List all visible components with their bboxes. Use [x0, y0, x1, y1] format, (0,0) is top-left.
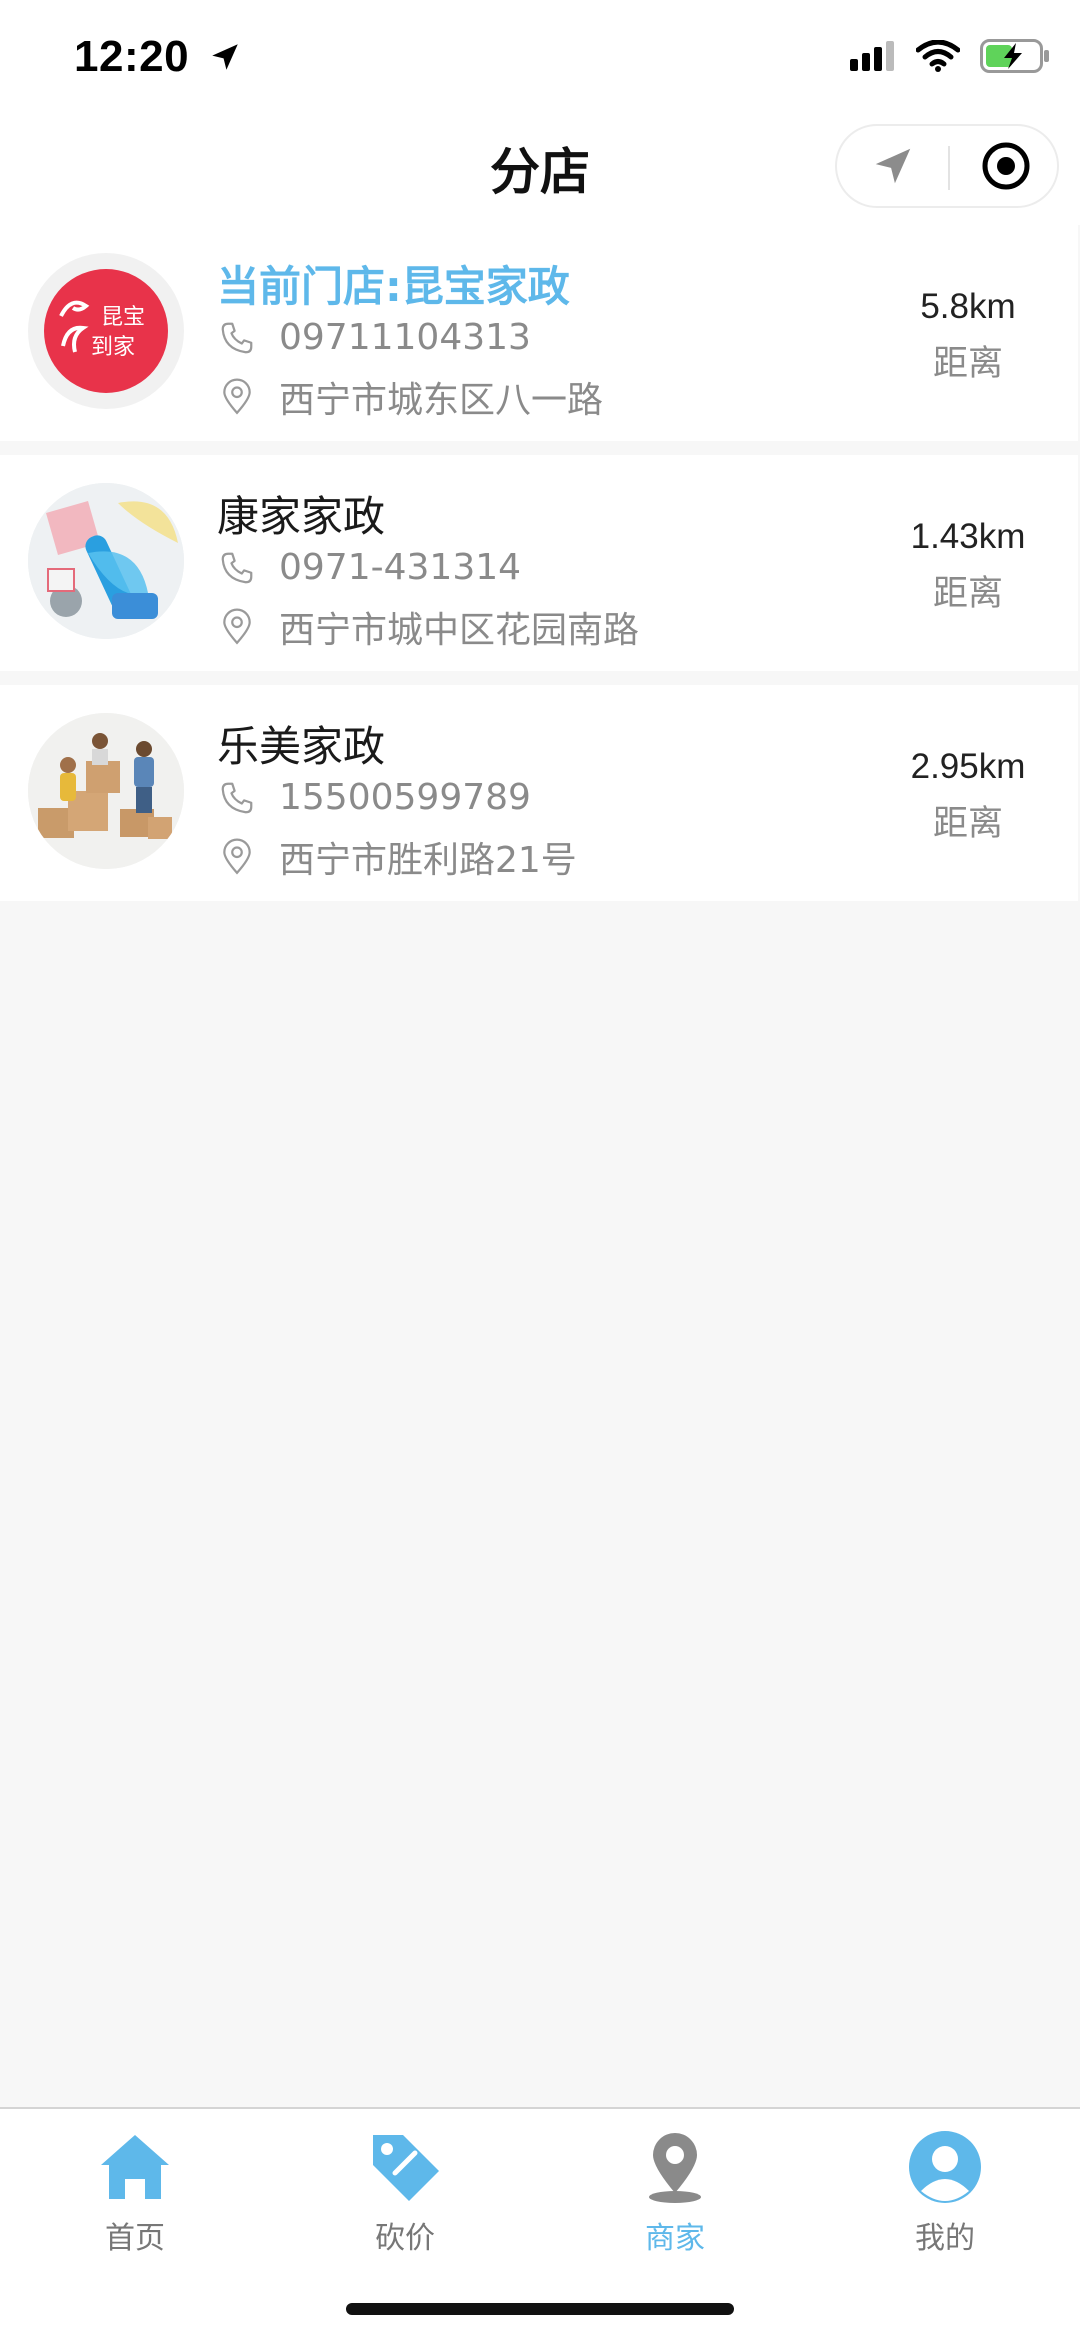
cleaning-tools-image — [28, 483, 184, 639]
store-address: 西宁市胜利路21号 — [279, 840, 577, 881]
location-pin-icon — [217, 837, 257, 877]
store-address-row: 西宁市城东区八一路 — [217, 371, 603, 423]
distance-label: 距离 — [932, 804, 1003, 844]
location-pin-icon — [217, 607, 257, 647]
distance-value: 1.43km — [910, 517, 1026, 556]
status-time-text: 12:20 — [74, 32, 190, 81]
store-phone: 15500599789 — [279, 777, 531, 818]
store-phone-row[interactable]: 0971-431314 — [217, 547, 521, 588]
battery-charging-icon — [980, 39, 1049, 73]
tab-home[interactable]: 首页 — [35, 2127, 235, 2257]
store-phone-row[interactable]: 09711104313 — [217, 317, 531, 358]
tab-profile[interactable]: 我的 — [845, 2127, 1045, 2257]
store-list: 昆宝 到家 当前门店:昆宝家政 09711104313 西宁市城东区八一路 5.… — [0, 225, 1080, 915]
tab-label: 我的 — [915, 2221, 975, 2256]
store-item[interactable]: 昆宝 到家 当前门店:昆宝家政 09711104313 西宁市城东区八一路 5.… — [0, 225, 1078, 441]
store-photo — [28, 483, 184, 639]
mini-program-capsule — [835, 124, 1059, 208]
store-address: 西宁市城中区花园南路 — [279, 610, 640, 651]
wifi-icon — [916, 40, 960, 72]
status-icons — [850, 34, 1050, 78]
target-circle-icon — [982, 142, 1029, 190]
navigation-arrow-icon — [875, 148, 910, 184]
distance-label: 距离 — [932, 574, 1003, 614]
phone-icon — [217, 548, 257, 588]
kunbao-logo-icon: 昆宝 到家 — [44, 269, 168, 393]
home-icon — [101, 2135, 169, 2199]
store-item[interactable]: 乐美家政 15500599789 西宁市胜利路21号 2.95km 距离 — [0, 685, 1078, 901]
cellular-signal-icon — [850, 41, 894, 71]
logo-text-top: 昆宝 — [101, 305, 145, 330]
tab-label: 商家 — [645, 2221, 705, 2256]
tab-merchants[interactable]: 商家 — [575, 2127, 775, 2257]
store-item[interactable]: 康家家政 0971-431314 西宁市城中区花园南路 1.43km 距离 — [0, 455, 1078, 671]
phone-icon — [217, 778, 257, 818]
tab-label: 首页 — [105, 2221, 165, 2256]
distance-label: 距离 — [932, 344, 1003, 384]
store-name: 当前门店:昆宝家政 — [217, 262, 570, 311]
map-pin-icon — [649, 2133, 701, 2203]
distance-value: 5.8km — [920, 287, 1016, 326]
store-name: 康家家政 — [217, 492, 386, 541]
store-photo — [28, 713, 184, 869]
moving-boxes-image — [28, 713, 184, 869]
location-arrow-icon — [212, 44, 238, 70]
store-phone: 0971-431314 — [279, 547, 522, 588]
store-address: 西宁市城东区八一路 — [279, 380, 604, 421]
store-address-row: 西宁市城中区花园南路 — [217, 601, 639, 653]
tab-label: 砍价 — [375, 2221, 435, 2256]
status-time: 12:20 — [74, 32, 242, 82]
location-button[interactable] — [837, 126, 948, 206]
price-tag-icon — [373, 2135, 439, 2201]
location-pin-icon — [217, 377, 257, 417]
close-button[interactable] — [950, 126, 1061, 206]
store-distance: 5.8km 距离 — [888, 287, 1048, 386]
app-screen: 12:20 分店 昆宝 到家 当前门店:昆宝家政 09711104313 西宁市… — [0, 0, 1080, 2337]
logo-text-bottom: 到家 — [91, 335, 135, 360]
store-distance: 2.95km 距离 — [888, 747, 1048, 846]
distance-value: 2.95km — [910, 747, 1026, 786]
tab-bargain[interactable]: 砍价 — [305, 2127, 505, 2257]
store-phone-row[interactable]: 15500599789 — [217, 777, 531, 818]
store-distance: 1.43km 距离 — [888, 517, 1048, 616]
store-logo: 昆宝 到家 — [28, 253, 184, 409]
user-icon — [909, 2131, 981, 2203]
phone-icon — [217, 318, 257, 358]
store-address-row: 西宁市胜利路21号 — [217, 831, 577, 883]
store-name: 乐美家政 — [217, 722, 386, 771]
home-indicator — [346, 2303, 734, 2315]
top-bar: 12:20 分店 — [0, 0, 1080, 225]
store-phone: 09711104313 — [279, 317, 531, 358]
